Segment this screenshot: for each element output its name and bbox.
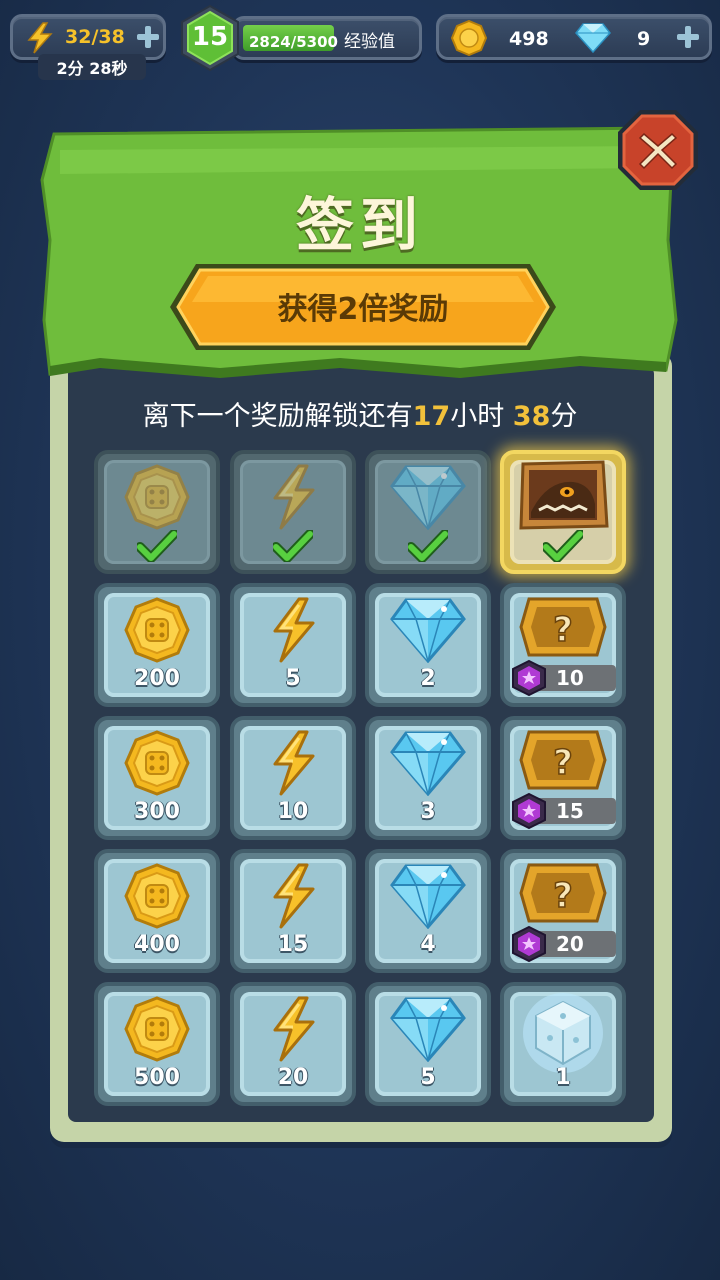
diamond-icon <box>390 997 466 1062</box>
reward-cell-energy[interactable]: 20 <box>230 982 356 1106</box>
reward-cell-energy[interactable]: 15 <box>230 849 356 973</box>
player-level: 15 <box>191 22 229 52</box>
reward-quantity: 300 <box>134 799 180 824</box>
diamond-icon <box>390 465 466 530</box>
reward-quantity: 10 <box>277 799 309 824</box>
countdown-hours: 17 <box>412 401 451 432</box>
reward-quantity: 5 <box>420 1065 436 1090</box>
lightning-icon <box>273 730 315 796</box>
countdown-prefix: 离下一个奖励解锁还有 <box>142 401 413 432</box>
reward-cell-coin[interactable]: 300 <box>94 716 220 840</box>
countdown-minutes-unit: 分 <box>550 401 578 432</box>
check-icon <box>543 530 583 562</box>
check-icon <box>408 530 448 562</box>
purple-gem-icon <box>512 925 546 963</box>
coin-icon <box>451 20 487 56</box>
reward-cell-monster-card[interactable] <box>500 450 626 574</box>
gem-cost-tag: 10 <box>512 659 616 697</box>
diamond-icon <box>575 23 611 53</box>
diamond-icon <box>390 598 466 663</box>
experience-label: 经验值 <box>343 32 395 52</box>
reward-quantity: 3 <box>420 799 436 824</box>
mystery-box-icon: ? <box>519 597 607 657</box>
reward-quantity: 15 <box>277 932 309 957</box>
plus-icon[interactable] <box>677 26 699 48</box>
reward-cell-coin[interactable] <box>94 450 220 574</box>
reward-quantity: 400 <box>134 932 180 957</box>
purple-gem-icon <box>512 659 546 697</box>
mystery-box-icon: ? <box>519 863 607 923</box>
coin-icon <box>124 464 190 530</box>
countdown-hours-unit: 小时 <box>450 401 505 432</box>
experience-value: 2824/5300 <box>249 33 338 51</box>
coin-icon <box>124 996 190 1062</box>
monster-card-icon <box>519 460 609 530</box>
svg-text:?: ? <box>553 610 573 650</box>
reward-quantity: 2 <box>420 666 436 691</box>
reward-quantity: 500 <box>134 1065 180 1090</box>
gem-cost-tag: 20 <box>512 925 616 963</box>
reward-quantity: 4 <box>420 932 436 957</box>
purple-gem-icon <box>512 792 546 830</box>
gem-cost-tag: 15 <box>512 792 616 830</box>
lightning-icon <box>27 22 53 54</box>
diamond-icon <box>390 731 466 796</box>
close-button[interactable] <box>616 108 700 192</box>
reward-cell-mystery-box[interactable]: ? 20 <box>500 849 626 973</box>
reward-quantity: 20 <box>277 1065 309 1090</box>
svg-text:?: ? <box>553 743 573 783</box>
coin-icon <box>124 597 190 663</box>
reward-cell-gem[interactable]: 4 <box>365 849 491 973</box>
lightning-icon <box>273 863 315 929</box>
reward-quantity: 5 <box>285 666 301 691</box>
reward-cell-mystery-box[interactable]: ? 15 <box>500 716 626 840</box>
energy-refill-timer: 2分 28秒 <box>38 54 146 80</box>
check-icon <box>137 530 177 562</box>
reward-cell-energy[interactable]: 10 <box>230 716 356 840</box>
unlock-countdown: 离下一个奖励解锁还有17小时 38分 <box>0 394 720 433</box>
coin-icon <box>124 730 190 796</box>
reward-cell-gem[interactable]: 2 <box>365 583 491 707</box>
reward-cell-gem[interactable] <box>365 450 491 574</box>
reward-quantity: 15 <box>556 799 584 823</box>
reward-cell-coin[interactable]: 400 <box>94 849 220 973</box>
mystery-box-icon: ? <box>519 730 607 790</box>
coin-icon <box>124 863 190 929</box>
reward-cell-energy[interactable] <box>230 450 356 574</box>
reward-quantity: 200 <box>134 666 180 691</box>
lightning-icon <box>273 996 315 1062</box>
countdown-minutes: 38 <box>512 401 551 432</box>
currency-bar: 498 9 <box>436 14 712 60</box>
diamond-icon <box>390 864 466 929</box>
panel-title: 签到 <box>295 191 424 259</box>
double-reward-button[interactable]: 获得2倍奖励 <box>168 262 558 352</box>
reward-cell-ice-dice[interactable]: 1 <box>500 982 626 1106</box>
svg-text:?: ? <box>553 876 573 916</box>
energy-value: 32/38 <box>65 26 125 48</box>
reward-quantity: 10 <box>556 666 584 690</box>
reward-cell-coin[interactable]: 500 <box>94 982 220 1106</box>
coin-balance: 498 <box>509 28 549 50</box>
plus-icon[interactable] <box>137 26 159 48</box>
reward-cell-coin[interactable]: 200 <box>94 583 220 707</box>
close-icon <box>618 110 698 190</box>
lightning-icon <box>273 464 315 530</box>
lightning-icon <box>273 597 315 663</box>
experience-bar: 2824/5300 经验值 <box>232 16 422 60</box>
reward-cell-gem[interactable]: 5 <box>365 982 491 1106</box>
gem-balance: 9 <box>637 28 651 50</box>
check-icon <box>273 530 313 562</box>
double-reward-label: 获得2倍奖励 <box>277 292 449 327</box>
reward-quantity: 1 <box>555 1065 571 1090</box>
reward-cell-mystery-box[interactable]: ? 10 <box>500 583 626 707</box>
reward-cell-gem[interactable]: 3 <box>365 716 491 840</box>
reward-quantity: 20 <box>556 932 584 956</box>
reward-cell-energy[interactable]: 5 <box>230 583 356 707</box>
